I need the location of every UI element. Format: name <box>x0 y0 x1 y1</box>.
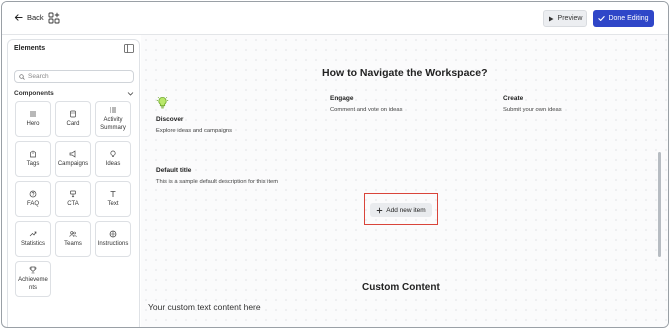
component-tile-activity-summary[interactable]: Activity Summary <box>95 101 131 137</box>
preview-button[interactable]: Preview <box>543 10 587 27</box>
ideas-icon <box>110 150 116 157</box>
play-icon <box>548 16 554 21</box>
component-label: Tags <box>26 160 40 167</box>
check-icon <box>598 16 606 21</box>
component-tile-achievements[interactable]: Achievements <box>15 261 51 297</box>
component-label: Teams <box>64 240 82 247</box>
done-editing-button[interactable]: Done Editing <box>593 10 654 27</box>
component-label: FAQ <box>26 200 39 207</box>
top-bar: Back Preview Done Editing <box>2 2 668 35</box>
search-input[interactable] <box>28 73 128 80</box>
component-label: Achievements <box>18 277 48 291</box>
components-label: Components <box>14 90 54 97</box>
create-title: Create <box>503 95 524 102</box>
create-item[interactable]: Create Submit your own ideas <box>503 95 562 113</box>
default-item[interactable]: Default title This is a sample default d… <box>156 167 278 185</box>
create-description: Submit your own ideas <box>503 107 562 113</box>
component-label: Hero <box>26 120 40 127</box>
add-new-item-label: Add new item <box>386 206 426 214</box>
back-button[interactable]: Back <box>14 13 44 22</box>
app-window: Back Preview Done Editing Elements Com <box>1 1 669 328</box>
campaigns-icon <box>69 150 76 158</box>
component-tile-statistics[interactable]: Statistics <box>15 221 51 257</box>
lightbulb-icon <box>156 96 169 109</box>
component-tile-text[interactable]: Text <box>95 181 131 217</box>
statistics-icon <box>29 231 37 237</box>
search-field[interactable] <box>14 70 134 83</box>
component-label: Text <box>107 200 119 207</box>
discover-item[interactable]: Discover Explore ideas and campaigns <box>156 116 232 134</box>
component-label: Activity Summary <box>100 117 126 131</box>
engage-item[interactable]: Engage Comment and vote on ideas <box>330 95 403 113</box>
preview-label: Preview <box>557 15 583 22</box>
ai-sparkle-grid-icon[interactable] <box>48 12 60 24</box>
sidebar-title: Elements <box>14 45 46 52</box>
custom-content-text[interactable]: Your custom text content here <box>148 302 261 312</box>
done-editing-label: Done Editing <box>608 15 649 22</box>
component-label: Statistics <box>20 240 45 247</box>
search-icon <box>19 73 25 80</box>
component-tile-teams[interactable]: Teams <box>55 221 91 257</box>
faq-icon <box>29 190 37 198</box>
section-title: How to Navigate the Workspace? <box>322 67 488 79</box>
components-section-header[interactable]: Components <box>14 90 134 97</box>
component-tile-campaigns[interactable]: Campaigns <box>55 141 91 177</box>
default-item-title: Default title <box>156 167 192 174</box>
component-tile-card[interactable]: Card <box>55 101 91 137</box>
component-tile-instructions[interactable]: Instructions <box>95 221 131 257</box>
teams-icon <box>69 231 77 237</box>
elements-sidebar: Elements Components Hero Card Activit <box>7 39 140 327</box>
canvas-scrollbar[interactable] <box>658 152 661 257</box>
default-item-description: This is a sample default description for… <box>156 179 279 185</box>
engage-title: Engage <box>330 95 354 102</box>
achievements-icon <box>29 266 37 274</box>
plus-icon <box>377 207 383 213</box>
back-label: Back <box>27 13 44 22</box>
discover-title: Discover <box>156 116 184 123</box>
custom-content-title: Custom Content <box>362 282 440 293</box>
component-tile-cta[interactable]: CTA <box>55 181 91 217</box>
component-tile-tags[interactable]: Tags <box>15 141 51 177</box>
component-label: CTA <box>67 200 79 207</box>
component-label: Instructions <box>97 240 129 247</box>
cta-icon <box>70 190 76 198</box>
engage-description: Comment and vote on ideas <box>330 107 403 113</box>
component-label: Card <box>66 120 80 127</box>
add-new-item-button[interactable]: Add new item <box>370 203 432 217</box>
card-icon <box>70 110 76 118</box>
instructions-icon <box>109 230 117 238</box>
panel-collapse-icon[interactable] <box>124 44 134 53</box>
component-label: Campaigns <box>57 160 89 167</box>
tags-icon <box>30 150 36 158</box>
text-icon <box>110 191 116 197</box>
discover-description: Explore ideas and campaigns <box>156 128 233 134</box>
chevron-down-icon <box>127 92 134 96</box>
component-label: Ideas <box>105 160 121 167</box>
activity-icon <box>110 107 116 113</box>
component-tile-hero[interactable]: Hero <box>15 101 51 137</box>
component-tile-faq[interactable]: FAQ <box>15 181 51 217</box>
component-tile-ideas[interactable]: Ideas <box>95 141 131 177</box>
arrow-left-icon <box>14 14 23 21</box>
hero-icon <box>30 111 36 117</box>
